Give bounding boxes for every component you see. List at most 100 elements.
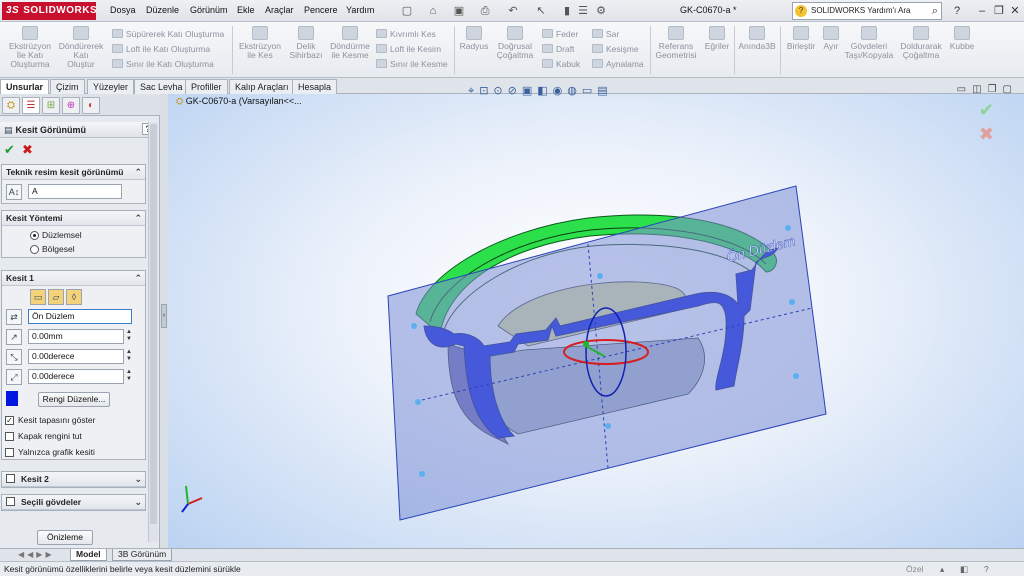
tab-kalip-araclari[interactable]: Kalıp Araçları — [229, 79, 295, 94]
section1-header[interactable]: Kesit 1 ⌃ — [2, 271, 145, 286]
top-plane-button-icon[interactable]: ▱ — [48, 289, 64, 305]
section2-checkbox[interactable] — [6, 474, 15, 483]
offset-distance-input[interactable]: 0.00mm — [28, 329, 124, 344]
menu-araclar[interactable]: Araçlar — [265, 5, 294, 15]
menu-ekle[interactable]: Ekle — [237, 5, 255, 15]
combine-button[interactable]: Birleştir — [782, 26, 820, 51]
preview-button[interactable]: Önizleme — [37, 530, 93, 545]
tab-scroll-arrows-icon[interactable]: ◀◀▶▶ — [18, 550, 55, 559]
panel-scrollbar[interactable] — [148, 122, 158, 542]
undo-icon[interactable]: ↶ — [506, 4, 520, 18]
model-view[interactable]: Ön Düzlem — [168, 94, 1024, 562]
collapse-chevron-icon[interactable]: ⌃ — [134, 165, 142, 180]
swept-boss-button[interactable]: Süpürerek Katı Oluşturma — [112, 28, 224, 40]
graphics-area[interactable]: ⛭ GK-C0670-a (Varsayılan<<... ⌖⊡⊙⊘▣◧◉◍▭▤… — [168, 84, 1024, 562]
selected-bodies-checkbox[interactable] — [6, 497, 15, 506]
plane-handle[interactable] — [605, 423, 611, 429]
plane-handle[interactable] — [597, 273, 603, 279]
fillet-button[interactable]: Radyus — [458, 26, 490, 51]
panel-scrollbar-thumb[interactable] — [150, 124, 157, 524]
help-search-input[interactable]: ? SOLIDWORKS Yardım'ı Ara ⌕ — [792, 2, 942, 20]
curves-button[interactable]: Eğriler — [702, 26, 732, 51]
expand-chevron-icon[interactable]: ⌄ — [134, 495, 142, 510]
selected-bodies-header[interactable]: Seçili gövdeler ⌄ — [2, 495, 145, 510]
tab-hesapla[interactable]: Hesapla — [292, 79, 338, 94]
y-rotation-input[interactable]: 0.00derece — [28, 369, 124, 384]
extrude-boss-button[interactable]: Ekstrüzyon İle Katı Oluşturma — [4, 26, 56, 69]
collapse-chevron-icon[interactable]: ⌃ — [134, 211, 142, 226]
rib-button[interactable]: Feder — [542, 28, 578, 40]
section-plane-input[interactable]: Ön Düzlem — [28, 309, 132, 324]
hole-wizard-button[interactable]: Delik Sihirbazı — [286, 26, 326, 60]
tab-yuzeyler[interactable]: Yüzeyler — [87, 79, 135, 94]
revolve-cut-button[interactable]: Döndürme ile Kesme — [328, 26, 372, 60]
panel-splitter[interactable]: ‹ — [160, 94, 168, 562]
right-plane-button-icon[interactable]: ◊ — [66, 289, 82, 305]
y-rotation-spinner-icon[interactable]: ▲ ▼ — [125, 369, 133, 384]
menu-pencere[interactable]: Pencere — [304, 5, 338, 15]
tab-profiller[interactable]: Profiller — [185, 79, 228, 94]
cancel-button[interactable]: ✖ — [22, 142, 33, 158]
collapse-chevron-icon[interactable]: ⌃ — [134, 271, 142, 286]
drawing-section-header[interactable]: Teknik resim kesit görünümü ⌃ — [2, 165, 145, 180]
plane-handle[interactable] — [411, 323, 417, 329]
loft-boss-button[interactable]: Loft ile Katı Oluşturma — [112, 43, 210, 55]
keep-cap-color-checkbox[interactable] — [5, 432, 14, 441]
display-manager-icon[interactable]: ◐ — [82, 97, 100, 114]
front-plane[interactable] — [387, 185, 827, 521]
split-button[interactable]: Ayır — [820, 26, 842, 51]
options-icon[interactable]: ⚙ — [594, 4, 608, 18]
tab-sac-levha[interactable]: Sac Levha — [134, 79, 189, 94]
plane-handle[interactable] — [785, 225, 791, 231]
expand-chevron-icon[interactable]: ⌄ — [134, 472, 142, 487]
tab-3d-view[interactable]: 3B Görünüm — [112, 549, 173, 561]
instant3d-button[interactable]: Anında3B — [736, 26, 778, 51]
plane-handle[interactable] — [419, 471, 425, 477]
help-menu-icon[interactable]: ? — [950, 4, 964, 18]
show-section-cap-checkbox[interactable]: ✓ — [5, 416, 14, 425]
feature-manager-icon[interactable]: ⛭ — [2, 97, 20, 114]
tab-cizim[interactable]: Çizim — [50, 79, 85, 94]
offset-spinner-icon[interactable]: ▲ ▼ — [125, 329, 133, 344]
graphics-only-checkbox[interactable] — [5, 448, 14, 457]
linear-pattern-button[interactable]: Doğrusal Çoğaltma — [492, 26, 538, 60]
ok-button[interactable]: ✔ — [4, 142, 15, 158]
reference-geometry-button[interactable]: Referans Geometrisi — [652, 26, 700, 60]
swept-cut-button[interactable]: Kıvrımlı Kes — [376, 28, 436, 40]
section2-header[interactable]: Kesit 2 ⌄ — [2, 472, 145, 487]
save-icon[interactable]: ▣ — [452, 4, 466, 18]
reference-triad[interactable] — [181, 485, 203, 513]
property-manager-icon[interactable]: ☰ — [22, 97, 40, 114]
section-method-header[interactable]: Kesit Yöntemi ⌃ — [2, 211, 145, 226]
menu-duzenle[interactable]: Düzenle — [146, 5, 179, 15]
section-name-input[interactable]: A — [28, 184, 122, 199]
restore-icon[interactable]: ❐ — [992, 4, 1006, 18]
plane-handle[interactable] — [793, 373, 799, 379]
intersect-button[interactable]: Kesişme — [592, 43, 639, 55]
move-copy-bodies-button[interactable]: Gövdeleri Taşı/Kopyala — [842, 26, 896, 60]
mirror-button[interactable]: Aynalama — [592, 58, 644, 70]
file-properties-icon[interactable]: ☰ — [576, 4, 590, 18]
menu-yardim[interactable]: Yardım — [346, 5, 374, 15]
select-icon[interactable]: ↖ — [534, 4, 548, 18]
status-dropdown-icon[interactable]: ▴ — [940, 562, 944, 576]
planar-radio[interactable] — [30, 231, 39, 240]
solidworks-logo[interactable]: 3S SOLIDWORKS — [2, 2, 97, 20]
dimxpert-icon[interactable]: ⊕ — [62, 97, 80, 114]
part-model-section[interactable]: Ön Düzlem — [387, 185, 827, 521]
tab-model[interactable]: Model — [70, 549, 107, 561]
plane-handle[interactable] — [415, 399, 421, 405]
extrude-cut-button[interactable]: Ekstrüzyon ile Kes — [236, 26, 284, 60]
minimize-icon[interactable]: – — [975, 4, 989, 18]
boundary-boss-button[interactable]: Sınır ile Katı Oluşturma — [112, 58, 214, 70]
rebuild-icon[interactable]: ▮ — [560, 4, 574, 18]
revolve-boss-button[interactable]: Döndürerek Katı Oluştur — [56, 26, 106, 69]
triad-origin[interactable] — [583, 341, 589, 347]
print-icon[interactable]: ⎙ — [478, 4, 492, 18]
close-icon[interactable]: ✕ — [1008, 4, 1022, 18]
search-icon[interactable]: ⌕ — [932, 3, 938, 19]
zonal-radio[interactable] — [30, 245, 39, 254]
open-icon[interactable]: ⌂ — [426, 4, 440, 18]
menu-gorunum[interactable]: Görünüm — [190, 5, 228, 15]
front-plane-button-icon[interactable]: ▭ — [30, 289, 46, 305]
